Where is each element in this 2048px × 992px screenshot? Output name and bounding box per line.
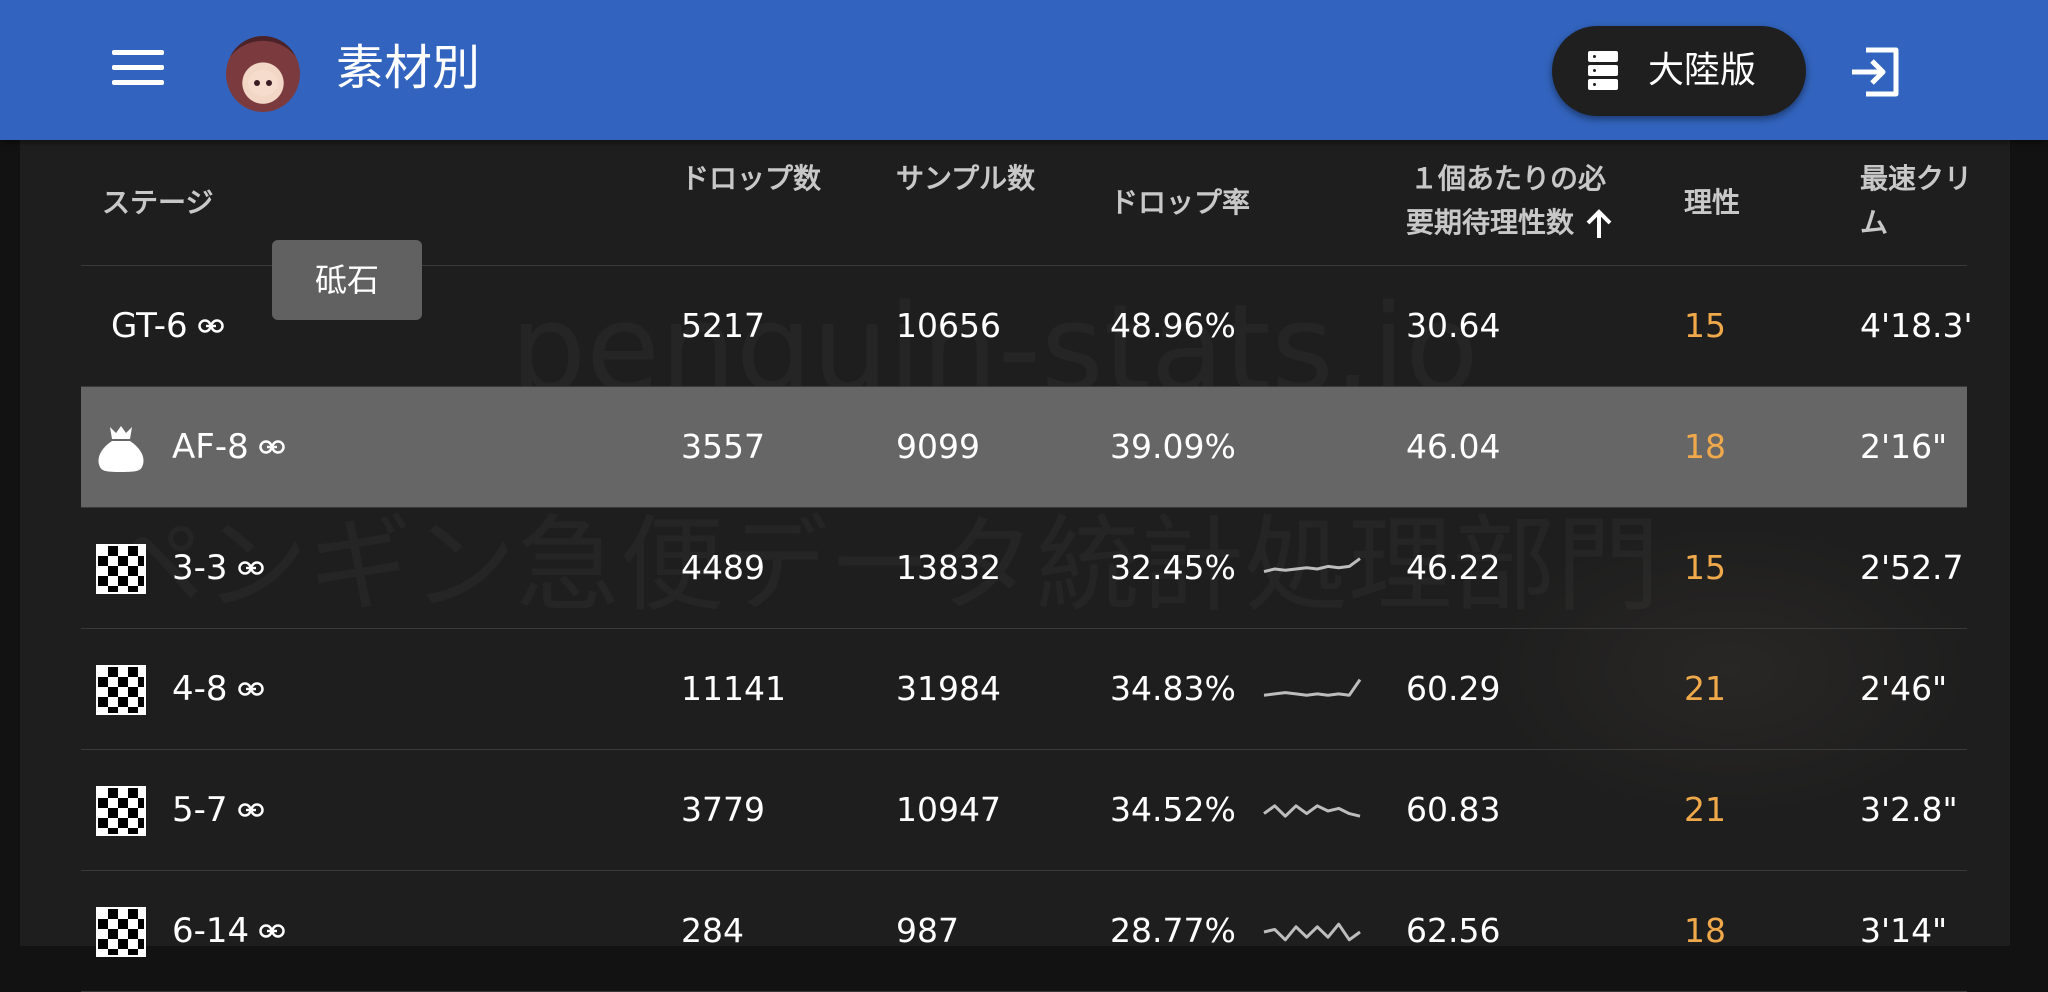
ap-cell: 18 bbox=[1684, 427, 1726, 466]
drops-cell: 3557 bbox=[681, 427, 765, 466]
cost-cell: 30.64 bbox=[1406, 306, 1501, 345]
header-cost[interactable]: 要期待理性数 bbox=[1406, 204, 1614, 242]
table-row[interactable]: 5-7 3779 10947 34.52% 60.83 21 3'2.8" bbox=[81, 750, 1967, 870]
header-drops[interactable]: ドロップ数 bbox=[681, 160, 821, 198]
server-select-button[interactable]: 大陸版 bbox=[1552, 26, 1806, 116]
link-icon[interactable] bbox=[259, 923, 285, 938]
drop-rate-cell: 39.09% bbox=[1110, 427, 1236, 466]
stage-link[interactable]: 4-8 bbox=[172, 667, 264, 711]
cost-cell: 62.56 bbox=[1406, 911, 1501, 950]
fastest-clear-cell: 2'52.7 bbox=[1860, 548, 1964, 587]
samples-cell: 10947 bbox=[896, 790, 1001, 829]
checker-icon bbox=[96, 665, 146, 715]
fastest-clear-cell: 4'18.3" bbox=[1860, 306, 1970, 345]
ap-cell: 21 bbox=[1684, 669, 1726, 708]
checker-icon bbox=[96, 786, 146, 836]
samples-cell: 31984 bbox=[896, 669, 1001, 708]
fastest-clear-cell: 2'16" bbox=[1860, 427, 1948, 466]
trend-sparkline[interactable] bbox=[1262, 554, 1362, 584]
samples-cell: 9099 bbox=[896, 427, 980, 466]
header-cost-line1[interactable]: １個あたりの必 bbox=[1410, 160, 1606, 198]
server-icon bbox=[1588, 51, 1618, 91]
sparkline-path bbox=[1263, 557, 1361, 574]
cost-cell: 46.22 bbox=[1406, 548, 1501, 587]
table-row[interactable]: 4-8 11141 31984 34.83% 60.29 21 2'46" bbox=[81, 629, 1967, 749]
fastest-clear-cell: 2'46" bbox=[1860, 669, 1948, 708]
sort-ascending-icon[interactable] bbox=[1584, 208, 1614, 240]
drops-cell: 5217 bbox=[681, 306, 765, 345]
link-icon[interactable] bbox=[237, 560, 264, 575]
samples-cell: 13832 bbox=[896, 548, 1001, 587]
link-icon[interactable] bbox=[237, 802, 264, 817]
link-icon[interactable] bbox=[197, 318, 224, 333]
cost-cell: 60.83 bbox=[1406, 790, 1501, 829]
header-fastest-line2: ム bbox=[1860, 206, 1889, 239]
stage-name: 6-14 bbox=[172, 911, 250, 951]
trend-sparkline[interactable] bbox=[1262, 675, 1362, 705]
menu-icon[interactable] bbox=[112, 50, 164, 90]
drop-rate-cell: 32.45% bbox=[1110, 548, 1236, 587]
table-row[interactable]: AF-8 3557 9099 39.09% 46.04 18 2'16" bbox=[81, 387, 1967, 507]
link-icon[interactable] bbox=[258, 439, 285, 454]
server-label: 大陸版 bbox=[1648, 50, 1757, 91]
trend-sparkline[interactable] bbox=[1262, 796, 1362, 826]
cost-cell: 60.29 bbox=[1406, 669, 1501, 708]
samples-cell: 10656 bbox=[896, 306, 1001, 345]
cost-cell: 46.04 bbox=[1406, 427, 1501, 466]
stage-name: GT-6 bbox=[111, 306, 188, 346]
app-bar: 素材別 大陸版 bbox=[0, 0, 2048, 140]
stage-name: 3-3 bbox=[172, 548, 228, 588]
header-cost-line2: 要期待理性数 bbox=[1406, 206, 1575, 239]
header-samples[interactable]: サンプル数 bbox=[896, 160, 1035, 198]
drop-rate-cell: 34.52% bbox=[1110, 790, 1236, 829]
checker-icon bbox=[96, 907, 146, 957]
logout-icon[interactable] bbox=[1846, 42, 1906, 102]
drop-rate-cell: 34.83% bbox=[1110, 669, 1236, 708]
header-ap[interactable]: 理性 bbox=[1684, 184, 1740, 222]
stage-link[interactable]: 6-14 bbox=[172, 909, 285, 953]
header-rate[interactable]: ドロップ率 bbox=[1110, 184, 1250, 222]
money-bag-icon bbox=[98, 426, 144, 472]
ap-cell: 15 bbox=[1684, 306, 1726, 345]
ap-cell: 21 bbox=[1684, 790, 1726, 829]
samples-cell: 987 bbox=[896, 911, 959, 950]
drop-rate-cell: 48.96% bbox=[1110, 306, 1236, 345]
table-row[interactable]: 3-3 4489 13832 32.45% 46.22 15 2'52.7 bbox=[81, 508, 1967, 628]
stage-name: 5-7 bbox=[172, 790, 228, 830]
fastest-clear-cell: 3'14" bbox=[1860, 911, 1948, 950]
sparkline-path bbox=[1263, 678, 1362, 697]
stage-link[interactable]: 3-3 bbox=[172, 546, 264, 590]
stage-link[interactable]: 5-7 bbox=[172, 788, 264, 832]
drop-rate-cell: 28.77% bbox=[1110, 911, 1236, 950]
sparkline-path bbox=[1263, 804, 1361, 818]
checker-icon bbox=[96, 544, 146, 594]
ap-cell: 18 bbox=[1684, 911, 1726, 950]
page-title: 素材別 bbox=[336, 40, 481, 96]
stage-link[interactable]: AF-8 bbox=[172, 425, 285, 469]
link-icon[interactable] bbox=[237, 681, 264, 696]
trend-sparkline[interactable] bbox=[1262, 917, 1362, 947]
fastest-clear-cell: 3'2.8" bbox=[1860, 790, 1958, 829]
ap-cell: 15 bbox=[1684, 548, 1726, 587]
table-row[interactable]: 6-14 284 987 28.77% 62.56 18 3'14" bbox=[81, 871, 1967, 991]
stage-name: AF-8 bbox=[172, 427, 249, 467]
tooltip: 砥石 bbox=[272, 240, 422, 320]
drops-cell: 4489 bbox=[681, 548, 765, 587]
avatar[interactable] bbox=[226, 36, 300, 112]
stage-link[interactable]: GT-6 bbox=[111, 304, 224, 348]
header-stage[interactable]: ステージ bbox=[102, 184, 213, 222]
drops-cell: 11141 bbox=[681, 669, 786, 708]
drops-cell: 284 bbox=[681, 911, 744, 950]
stage-name: 4-8 bbox=[172, 669, 228, 709]
drops-cell: 3779 bbox=[681, 790, 765, 829]
sparkline-path bbox=[1263, 922, 1361, 942]
header-fastest-line1[interactable]: 最速クリ bbox=[1860, 160, 1970, 198]
